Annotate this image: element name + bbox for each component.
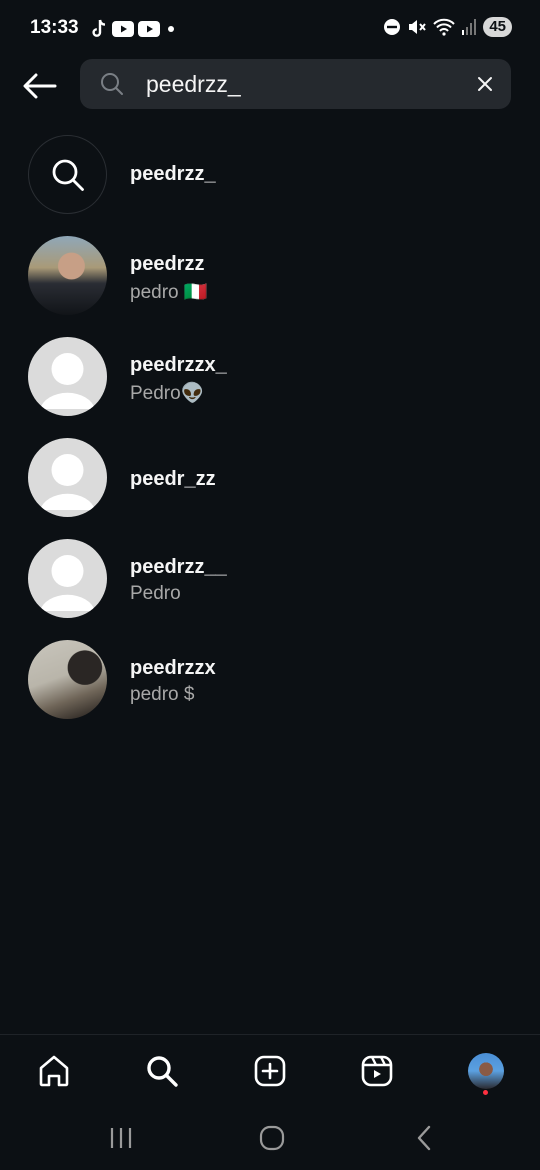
result-text: peedrzz__ Pedro: [130, 556, 227, 605]
avatar: [28, 337, 107, 416]
notification-dot: [483, 1090, 488, 1095]
result-text: peedrzzx pedro $: [130, 657, 216, 706]
create-icon: [254, 1055, 286, 1087]
search-suggestion-icon-wrapper: [28, 135, 107, 214]
arrow-left-icon: [23, 73, 57, 99]
result-fullname: pedro 🇮🇹: [130, 282, 208, 303]
avatar: [28, 438, 107, 517]
avatar: [28, 640, 107, 719]
search-box[interactable]: [80, 59, 511, 109]
home-system-button[interactable]: [254, 1122, 290, 1154]
search-icon: [52, 159, 84, 191]
avatar: [28, 236, 107, 315]
nav-search[interactable]: [142, 1051, 182, 1091]
result-username: peedrzz: [130, 253, 205, 275]
result-username: peedrzzx: [130, 657, 216, 679]
search-query-suggestion[interactable]: peedrzz_: [0, 124, 540, 224]
result-fullname: pedro $: [130, 684, 195, 705]
result-text: peedrzz pedro 🇮🇹: [130, 253, 208, 304]
result-fullname: Pedro👽: [130, 383, 205, 404]
profile-avatar: [468, 1053, 504, 1089]
home-circle-icon: [259, 1125, 285, 1151]
clear-search-button[interactable]: [473, 72, 497, 96]
close-icon: [478, 77, 492, 91]
search-header: [0, 58, 540, 110]
result-username: peedrzz_: [130, 163, 216, 185]
reels-icon: [361, 1055, 393, 1087]
chevron-left-icon: [417, 1125, 431, 1151]
youtube-icon: [138, 21, 160, 37]
nav-profile[interactable]: [466, 1051, 506, 1095]
recent-apps-icon: [110, 1128, 132, 1148]
wifi-icon: [433, 18, 456, 36]
nav-reels[interactable]: [357, 1051, 397, 1091]
default-avatar-icon: [40, 555, 95, 611]
nav-home[interactable]: [34, 1051, 74, 1091]
system-navigation-bar: [0, 1106, 540, 1170]
default-avatar-icon: [40, 353, 95, 409]
result-username: peedrzz__: [130, 556, 227, 578]
battery-indicator: 45: [483, 17, 512, 37]
list-item[interactable]: peedrzzx pedro $: [0, 629, 540, 729]
default-avatar-icon: [40, 454, 95, 510]
status-bar: 13:33 45: [0, 0, 540, 58]
signal-icon: [462, 19, 477, 35]
list-item[interactable]: peedrzz pedro 🇮🇹: [0, 225, 540, 325]
result-text: peedr_zz: [130, 468, 216, 491]
search-icon: [147, 1056, 178, 1087]
status-system-icons: 45: [383, 17, 512, 37]
youtube-icon: [112, 21, 134, 37]
result-fullname: Pedro: [130, 583, 181, 604]
result-text: peedrzz_: [130, 163, 216, 186]
back-button[interactable]: [20, 66, 60, 106]
status-time: 13:33: [30, 17, 79, 38]
status-notification-icons: [90, 19, 178, 39]
search-input[interactable]: [146, 59, 466, 109]
list-item[interactable]: peedr_zz: [0, 427, 540, 527]
dot-icon: [168, 26, 174, 32]
list-item[interactable]: peedrzzx_ Pedro👽: [0, 326, 540, 426]
result-username: peedrzzx_: [130, 354, 227, 376]
recent-apps-button[interactable]: [103, 1122, 139, 1154]
tiktok-icon: [92, 19, 106, 37]
search-icon: [101, 73, 123, 95]
back-system-button[interactable]: [406, 1122, 442, 1154]
avatar: [28, 539, 107, 618]
result-text: peedrzzx_ Pedro👽: [130, 354, 227, 405]
bottom-navigation: [0, 1034, 540, 1106]
mute-icon: [409, 20, 427, 34]
list-item[interactable]: peedrzz__ Pedro: [0, 528, 540, 628]
dnd-icon: [384, 19, 401, 35]
nav-create[interactable]: [250, 1051, 290, 1091]
home-icon: [39, 1055, 69, 1087]
result-username: peedr_zz: [130, 468, 216, 490]
